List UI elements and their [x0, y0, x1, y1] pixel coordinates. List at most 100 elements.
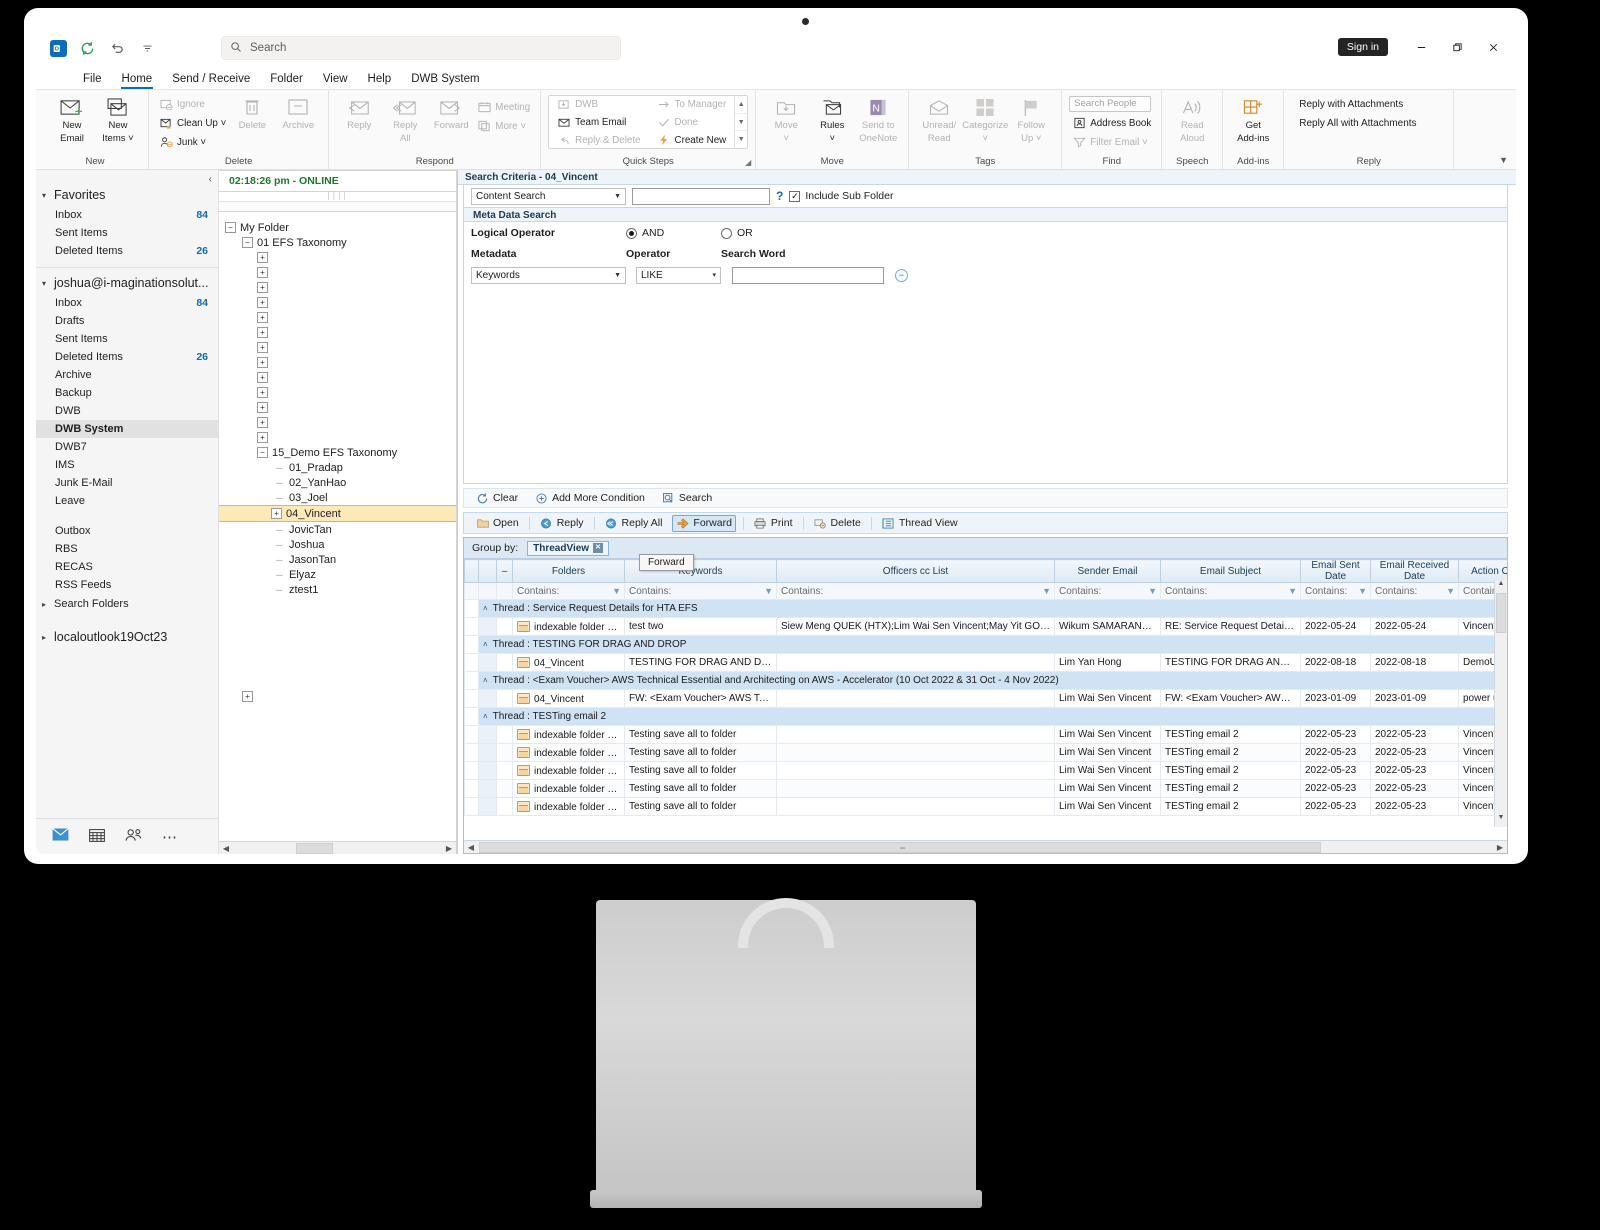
- customize-qat-icon[interactable]: [137, 38, 157, 58]
- sidebar-item-rss-feeds[interactable]: RSS Feeds: [36, 576, 218, 594]
- reply-button[interactable]: Reply: [336, 93, 382, 131]
- col-email-sent-date[interactable]: Email Sent Date: [1300, 559, 1371, 583]
- sidebar-item-inbox[interactable]: Inbox 84: [36, 294, 218, 312]
- search-input[interactable]: Search: [221, 36, 621, 60]
- tree-node-collapsed-child[interactable]: +: [219, 400, 456, 415]
- expand-icon[interactable]: +: [257, 252, 268, 263]
- collapse-icon[interactable]: −: [257, 447, 268, 458]
- expand-icon[interactable]: +: [271, 508, 282, 519]
- filter-icon[interactable]: ▼: [1358, 586, 1367, 596]
- new-items-button[interactable]: New Items ˅: [95, 93, 141, 144]
- tree-node-ztest1[interactable]: ─ ztest1: [219, 582, 456, 597]
- clean-up-button[interactable]: Clean Up ˅: [156, 115, 229, 131]
- col-email-subject[interactable]: Email Subject: [1160, 559, 1301, 583]
- tree-node-04-vincent[interactable]: + 04_Vincent: [219, 505, 456, 522]
- table-row[interactable]: indexable folder 04/... Testing save all …: [464, 797, 1507, 816]
- chevron-up-icon[interactable]: ˄: [483, 640, 488, 649]
- quick-step-to-manager[interactable]: To Manager: [654, 96, 730, 112]
- table-group-row[interactable]: ˄ Thread : <Exam Voucher> AWS Technical E…: [464, 671, 1507, 690]
- close-button[interactable]: [1476, 34, 1510, 60]
- radio-or[interactable]: OR: [721, 227, 753, 239]
- search-button[interactable]: Search: [659, 491, 715, 506]
- refresh-icon[interactable]: [77, 38, 97, 58]
- tree-node-collapsed-child[interactable]: +: [219, 430, 456, 445]
- tree-node-collapsed-child[interactable]: +: [219, 280, 456, 295]
- expand-icon[interactable]: +: [257, 267, 268, 278]
- quick-step-done[interactable]: Done: [654, 114, 730, 130]
- tree-node-elyaz[interactable]: ─ Elyaz: [219, 567, 456, 582]
- tab-folder[interactable]: Folder: [261, 71, 312, 89]
- tab-home[interactable]: Home: [113, 71, 162, 89]
- quick-step-team-email[interactable]: Team Email: [554, 114, 643, 130]
- expand-icon[interactable]: +: [257, 312, 268, 323]
- tree-node-collapsed-child[interactable]: +: [219, 370, 456, 385]
- tree-node-collapsed-child[interactable]: +: [219, 310, 456, 325]
- tree-node-02-yanhao[interactable]: ─ 02_YanHao: [219, 475, 456, 490]
- filter-folders[interactable]: Contains: ▼: [512, 582, 625, 600]
- metadata-select[interactable]: Keywords ▼: [471, 266, 626, 284]
- thread-view-button[interactable]: Thread View: [879, 516, 961, 531]
- sidebar-item-leave[interactable]: Leave: [36, 492, 218, 510]
- radio-and[interactable]: AND: [626, 227, 721, 239]
- table-row[interactable]: indexable folder 04/... Testing save all …: [464, 779, 1507, 798]
- quick-steps-scrollbar[interactable]: ▲ ▼ ▼: [734, 96, 748, 148]
- content-search-select[interactable]: Content Search ▼: [471, 187, 626, 205]
- filter-keywords[interactable]: Contains: ▼: [624, 582, 777, 600]
- filter-email-button[interactable]: Filter Email ˅: [1069, 134, 1154, 150]
- tree-node-demo-efs-taxonomy[interactable]: − 15_Demo EFS Taxonomy: [219, 445, 456, 460]
- delete-button[interactable]: Delete: [229, 93, 275, 131]
- tab-view[interactable]: View: [314, 71, 357, 89]
- tree-node-efs-taxonomy[interactable]: − 01 EFS Taxonomy: [219, 235, 456, 250]
- tree-horizontal-scrollbar[interactable]: ◀ ▶: [219, 841, 456, 854]
- ignore-button[interactable]: Ignore: [156, 96, 229, 112]
- tab-help[interactable]: Help: [359, 71, 401, 89]
- filter-icon[interactable]: ▼: [1042, 586, 1051, 596]
- grid-vertical-scrollbar[interactable]: ▲ ▼: [1494, 580, 1507, 827]
- filter-icon[interactable]: ▼: [1446, 586, 1455, 596]
- col-officers-cc-list[interactable]: Officers cc List: [776, 559, 1055, 583]
- reply-all-button[interactable]: Reply All: [382, 93, 428, 144]
- forward-button[interactable]: Forward: [428, 93, 474, 131]
- filter-subject[interactable]: Contains: ▼: [1160, 582, 1301, 600]
- mail-icon[interactable]: [52, 828, 69, 845]
- filter-officers-cc[interactable]: Contains: ▼: [776, 582, 1055, 600]
- forward-button[interactable]: Forward: [672, 514, 736, 532]
- scroll-left-icon[interactable]: ◀: [464, 843, 478, 852]
- tree-node-collapsed-child[interactable]: +: [219, 250, 456, 265]
- quick-step-dwb[interactable]: DWB: [554, 96, 643, 112]
- close-icon[interactable]: ✕: [593, 543, 604, 553]
- expand-icon[interactable]: +: [257, 297, 268, 308]
- categorize-button[interactable]: Categorize ˅: [962, 93, 1008, 144]
- sidebar-item-sent-items[interactable]: Sent Items: [36, 330, 218, 348]
- reply-with-attachments-button[interactable]: Reply with Attachments: [1299, 99, 1416, 110]
- expand-icon[interactable]: +: [257, 387, 268, 398]
- col-icon[interactable]: [478, 559, 497, 583]
- delete-button[interactable]: Delete: [811, 516, 864, 531]
- sidebar-item-drafts[interactable]: Drafts: [36, 312, 218, 330]
- sign-in-button[interactable]: Sign in: [1337, 38, 1388, 56]
- read-aloud-button[interactable]: Read Aloud: [1169, 93, 1215, 144]
- tree-node-03-joel[interactable]: ─ 03_Joel: [219, 490, 456, 505]
- scroll-up-icon[interactable]: ▲: [1495, 580, 1507, 593]
- quick-steps-scroll-up[interactable]: ▲: [735, 96, 748, 114]
- address-book-button[interactable]: Address Book: [1069, 115, 1154, 131]
- tree-node-collapsed-child[interactable]: +: [219, 415, 456, 430]
- chevron-down-icon[interactable]: ▼: [1499, 155, 1508, 165]
- table-row[interactable]: indexable folder 04/... test two Siew Meng…: [464, 617, 1507, 636]
- table-group-row[interactable]: ˄ Thread : TESTING FOR DRAG AND DROP: [464, 635, 1507, 654]
- group-by-chip-threadview[interactable]: ThreadView ✕: [527, 540, 610, 556]
- tab-file[interactable]: File: [74, 71, 111, 89]
- undo-icon[interactable]: [107, 38, 127, 58]
- col-email-received-date[interactable]: Email Received Date: [1370, 559, 1459, 583]
- sidebar-item-deleted-items[interactable]: Deleted Items 26: [36, 348, 218, 366]
- restore-button[interactable]: [1440, 34, 1474, 60]
- follow-up-button[interactable]: Follow Up ˅: [1008, 93, 1054, 144]
- quick-steps-dialog-launcher[interactable]: ◢: [745, 158, 751, 167]
- people-icon[interactable]: [125, 828, 142, 846]
- scroll-right-icon[interactable]: ▶: [1493, 843, 1507, 852]
- col-expander[interactable]: –: [496, 559, 513, 583]
- send-to-onenote-button[interactable]: N Send to OneNote: [855, 93, 901, 144]
- collapse-icon[interactable]: −: [225, 222, 236, 233]
- sidebar-item-dwb[interactable]: DWB: [36, 402, 218, 420]
- table-row[interactable]: 04_Vincent TESTING FOR DRAG AND DROP Lim Y…: [464, 653, 1507, 672]
